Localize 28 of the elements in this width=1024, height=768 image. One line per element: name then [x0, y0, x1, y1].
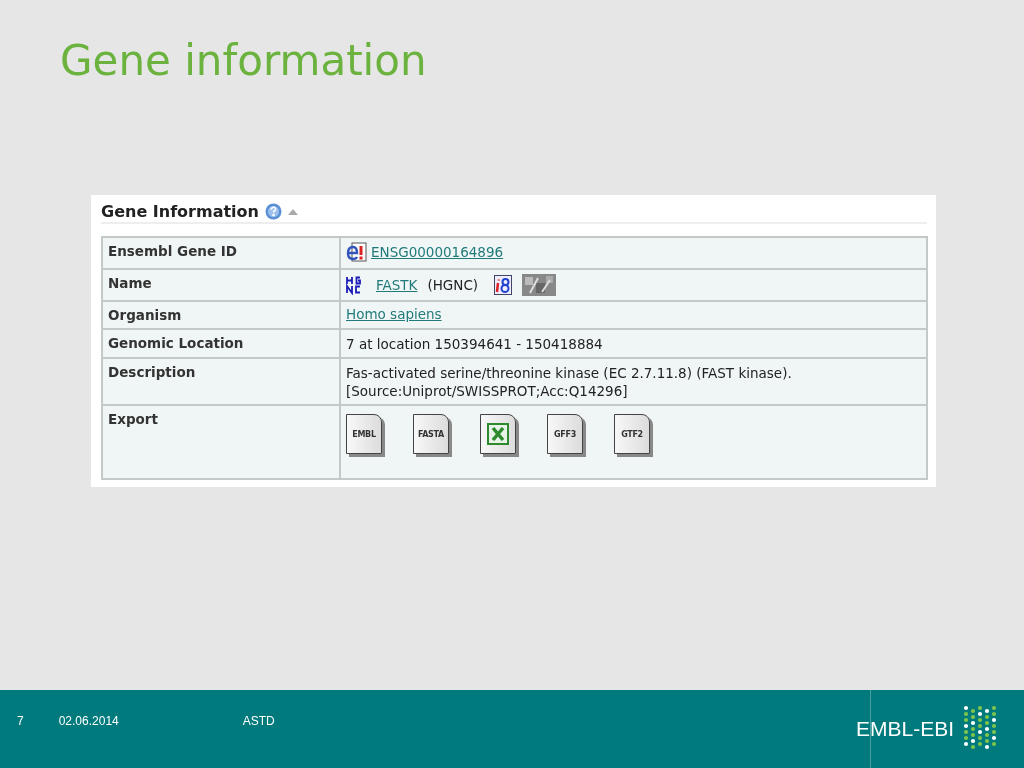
slide-title: Gene information — [60, 35, 427, 87]
row-label: Organism — [102, 301, 340, 329]
help-icon[interactable] — [264, 203, 282, 220]
row-label: Name — [102, 269, 340, 301]
cell-text: Fas-activated serine/threonine kinase (EC 2.7.11.8) (FAST kinase). [Source:Uniprot/SWISSPROT;Acc:Q14296] — [346, 364, 793, 400]
row-label: Description — [102, 358, 340, 405]
export-file-button[interactable]: GFF3 — [547, 414, 583, 454]
logo-text: EMBL-EBI — [855, 717, 954, 741]
row-label: Export — [102, 405, 340, 479]
pixelated-logo-icon[interactable] — [522, 274, 557, 296]
ensembl-logo-icon — [346, 242, 367, 262]
panel-title: Gene Information — [101, 202, 259, 221]
footer-date: 02.06.2014 — [58, 714, 119, 728]
export-file-button[interactable]: GTF2 — [614, 414, 650, 454]
export-file-button[interactable]: FASTA — [413, 414, 449, 454]
footer-event: ASTD — [242, 714, 275, 728]
page-number: 7 — [17, 714, 24, 728]
export-file-button[interactable]: EMBL — [346, 414, 382, 454]
source-text: (HGNC) — [427, 277, 479, 293]
excel-icon — [487, 423, 509, 445]
cell-text: 7 at location 150394641 - 150418884 — [346, 335, 604, 353]
gene-name-link[interactable]: FASTK — [376, 277, 418, 293]
organism-link[interactable]: Homo sapiens — [346, 306, 442, 322]
row-label: Genomic Location — [102, 329, 340, 358]
gene-id-link[interactable]: ENSG00000164896 — [371, 244, 504, 260]
i8-logo-icon[interactable] — [494, 275, 513, 295]
excel-export-button[interactable] — [480, 414, 516, 454]
row-label: Ensembl Gene ID — [102, 237, 340, 269]
